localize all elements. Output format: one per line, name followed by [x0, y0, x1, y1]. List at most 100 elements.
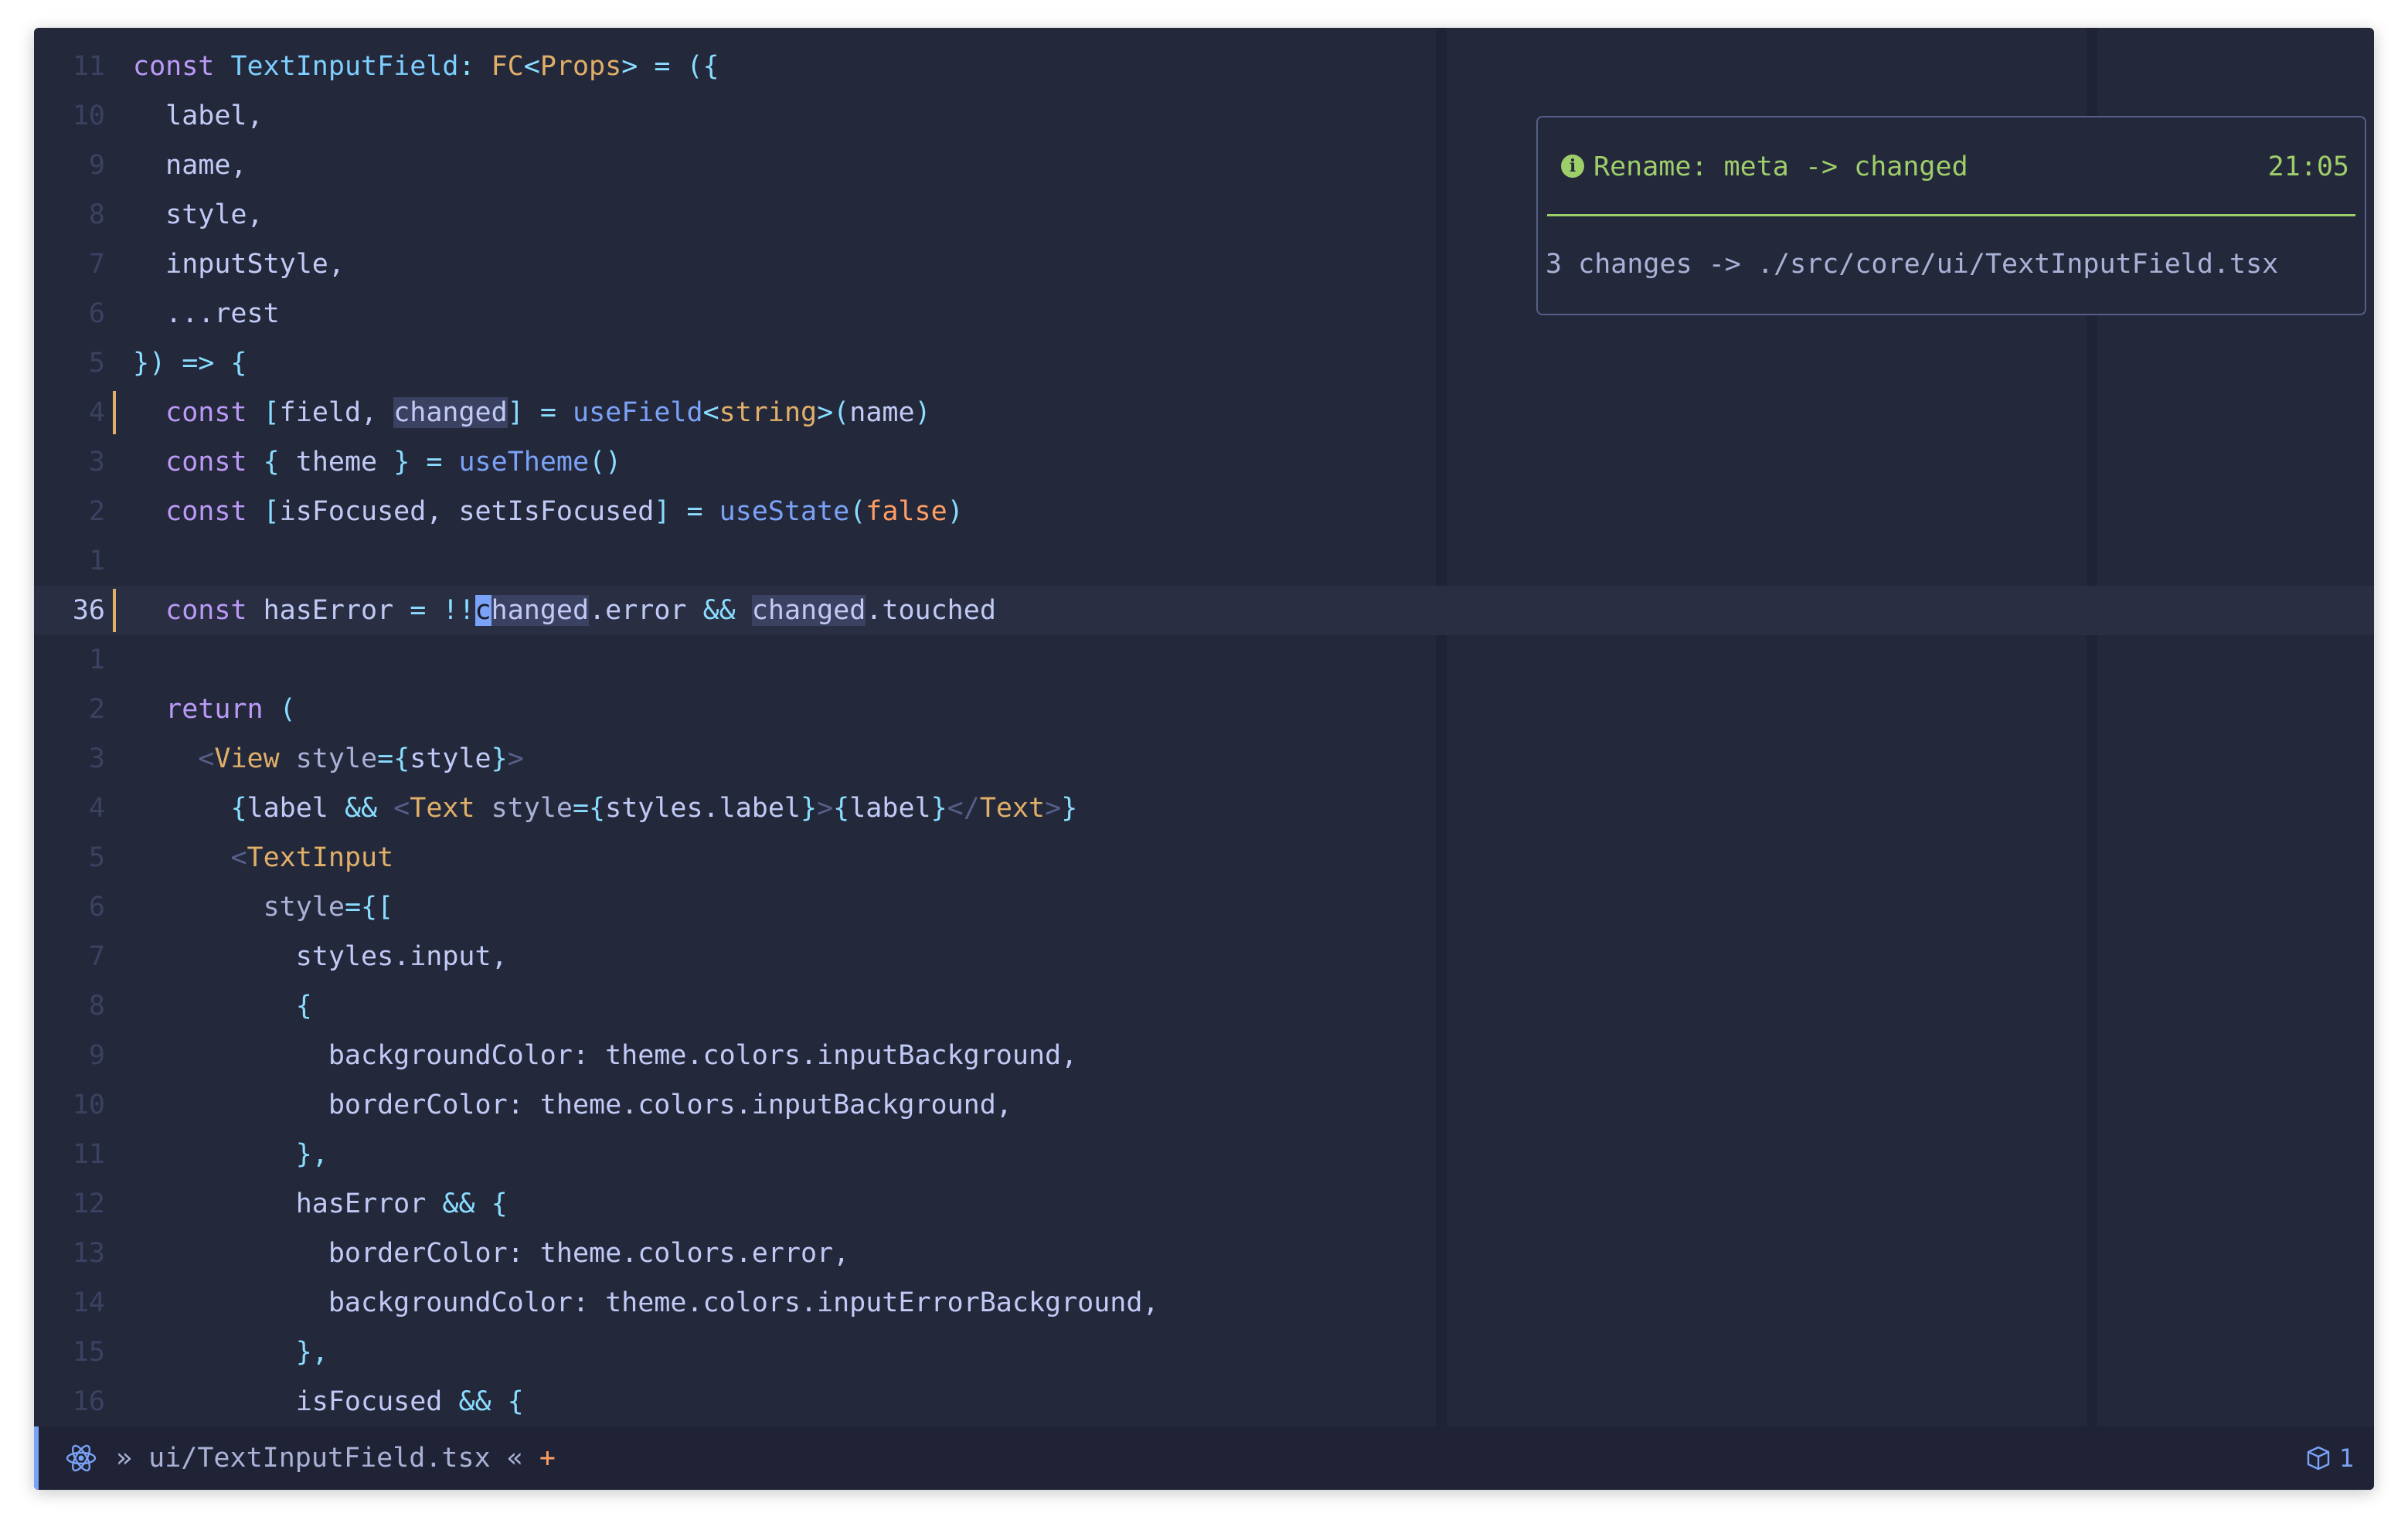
code-token: label	[849, 793, 931, 824]
code-token: styles.input,	[133, 941, 508, 972]
modified-indicator: +	[539, 1443, 556, 1474]
code-line[interactable]: 16 isFocused && {	[34, 1377, 2374, 1426]
code-token: label	[247, 793, 345, 824]
code-text: const TextInputField: FC<Props> = ({	[133, 42, 719, 91]
code-line[interactable]: 11 const TextInputField: FC<Props> = ({	[34, 42, 2374, 91]
line-number: 4	[88, 397, 105, 428]
code-line[interactable]: 3 <View style={style}>	[34, 734, 2374, 784]
code-token: {	[833, 793, 850, 824]
code-token: (	[279, 694, 296, 725]
code-token: const	[165, 447, 264, 478]
code-token: View	[214, 743, 296, 774]
code-line[interactable]: 10 borderColor: theme.colors.inputBackgr…	[34, 1080, 2374, 1130]
code-line[interactable]: 3 const { theme } = useTheme()	[34, 437, 2374, 487]
code-text: const { theme } = useTheme()	[133, 437, 621, 487]
code-line[interactable]: 1	[34, 536, 2374, 586]
reference-highlight: hanged	[491, 595, 590, 626]
status-file-name[interactable]: » ui/TextInputField.tsx « +	[116, 1433, 556, 1483]
code-token: useField	[573, 397, 703, 428]
code-token: .touched	[866, 595, 996, 626]
code-line[interactable]: 11 },	[34, 1130, 2374, 1179]
code-line[interactable]: 7 styles.input,	[34, 932, 2374, 981]
code-text: styles.input,	[133, 932, 508, 981]
code-line[interactable]: 5 <TextInput	[34, 833, 2374, 882]
code-token: isFocused, setIsFocused	[279, 496, 655, 527]
code-token: [	[263, 496, 280, 527]
code-line[interactable]: 15 },	[34, 1328, 2374, 1377]
code-token: = !!	[410, 595, 475, 626]
code-line[interactable]: 12 hasError && {	[34, 1179, 2374, 1229]
code-text: style={[	[133, 882, 394, 932]
file-path: » ui/TextInputField.tsx «	[116, 1443, 523, 1474]
code-token: {	[263, 447, 296, 478]
code-token: [	[263, 397, 280, 428]
editor-window: 11 const TextInputField: FC<Props> = ({10…	[34, 28, 2374, 1490]
code-text: label,	[133, 91, 263, 141]
code-line[interactable]: 8 {	[34, 981, 2374, 1031]
code-token: },	[295, 1337, 328, 1368]
line-number: 7	[88, 249, 105, 280]
code-token: :	[458, 51, 491, 82]
code-token: {	[230, 793, 247, 824]
code-token: field,	[279, 397, 394, 428]
code-token: } =	[393, 447, 459, 478]
code-token: (	[849, 496, 866, 527]
code-token: TextInputField	[230, 51, 459, 82]
code-token: const	[165, 397, 264, 428]
code-token: name	[849, 397, 915, 428]
code-token: }	[491, 743, 508, 774]
code-line[interactable]: 6 style={[	[34, 882, 2374, 932]
code-line[interactable]: 5}) => {	[34, 338, 2374, 388]
code-token: theme	[295, 447, 394, 478]
line-number: 15	[72, 1337, 105, 1368]
code-token: >	[1045, 793, 1062, 824]
code-text: borderColor: theme.colors.error,	[133, 1229, 849, 1278]
code-token: const	[165, 496, 264, 527]
code-text: <TextInput	[133, 833, 393, 882]
code-token: &&	[702, 595, 752, 626]
code-line[interactable]: 2 const [isFocused, setIsFocused] = useS…	[34, 487, 2374, 536]
code-token: ={[	[344, 892, 394, 923]
code-token: style	[295, 743, 378, 774]
code-line[interactable]: 1	[34, 635, 2374, 685]
code-line-current[interactable]: 36 const hasError = !!changed.error && c…	[34, 586, 2374, 635]
line-number: 4	[88, 793, 105, 824]
code-token: <	[230, 842, 247, 873]
code-line[interactable]: 2 return (	[34, 685, 2374, 734]
code-token: <	[523, 51, 540, 82]
code-token: <	[198, 743, 215, 774]
line-number: 14	[72, 1287, 105, 1318]
code-line[interactable]: 9 backgroundColor: theme.colors.inputBac…	[34, 1031, 2374, 1080]
code-token: style	[491, 793, 573, 824]
code-token: hasError	[263, 595, 410, 626]
reference-highlight: changed	[393, 397, 508, 428]
diagnostic-count: 1	[2338, 1443, 2354, 1473]
code-token: )	[914, 397, 931, 428]
code-line[interactable]: 13 borderColor: theme.colors.error,	[34, 1229, 2374, 1278]
code-line[interactable]: 4 const [field, changed] = useField<stri…	[34, 388, 2374, 437]
code-text: {label && <Text style={styles.label}>{la…	[133, 784, 1077, 833]
status-diagnostics[interactable]: 1	[2305, 1433, 2354, 1483]
code-token: inputStyle,	[133, 249, 345, 280]
code-token: hasError	[133, 1188, 443, 1219]
code-token: &&	[344, 793, 394, 824]
code-line[interactable]: 4 {label && <Text style={styles.label}>{…	[34, 784, 2374, 833]
code-token: backgroundColor: theme.colors.inputBackg…	[133, 1040, 1078, 1071]
notification-body: 3 changes -> ./src/core/ui/TextInputFiel…	[1546, 249, 2279, 280]
line-number: 11	[72, 1139, 105, 1170]
code-token: }	[801, 793, 818, 824]
line-number: 9	[88, 150, 105, 181]
line-number: 3	[88, 743, 105, 774]
code-text: isFocused && {	[133, 1377, 524, 1426]
code-token: false	[866, 496, 947, 527]
code-token: return	[165, 694, 280, 725]
code-line[interactable]: 14 backgroundColor: theme.colors.inputEr…	[34, 1278, 2374, 1328]
code-text: },	[133, 1130, 328, 1179]
code-token: style	[263, 892, 345, 923]
